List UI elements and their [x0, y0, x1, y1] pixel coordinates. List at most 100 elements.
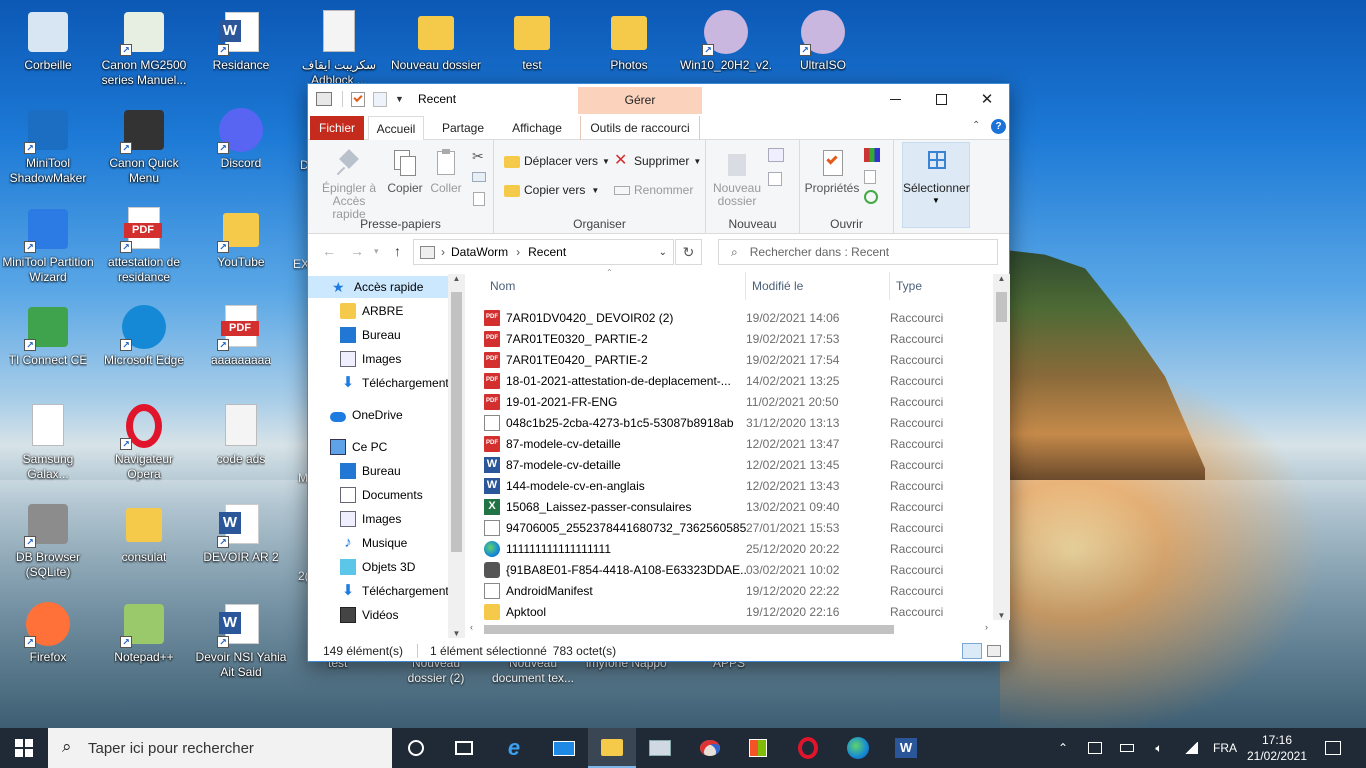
- desktop-icon[interactable]: Nouveau dossier: [390, 8, 482, 73]
- details-view-icon[interactable]: [962, 643, 982, 659]
- desktop-icon[interactable]: consulat: [98, 500, 190, 565]
- help-icon[interactable]: ?: [991, 119, 1006, 134]
- new-item-icon[interactable]: [768, 148, 784, 162]
- select-button[interactable]: Sélectionner ▼: [902, 142, 970, 228]
- desktop-icon[interactable]: ↗ TI Connect CE: [2, 303, 94, 368]
- file-row[interactable]: 144-modele-cv-en-anglais 12/02/2021 13:43…: [484, 475, 996, 496]
- nav-item[interactable]: Bureau: [308, 324, 448, 346]
- nav-item[interactable]: ⬇ Téléchargements: [308, 372, 455, 394]
- taskbar-edge-button[interactable]: [834, 728, 882, 768]
- file-row[interactable]: 94706005_2552378441680732_7362560585... 2…: [484, 517, 996, 538]
- show-hidden-icons-button[interactable]: ⌃: [1052, 728, 1074, 768]
- chevron-down-icon[interactable]: ⌄: [659, 247, 667, 258]
- maximize-button[interactable]: [918, 84, 964, 114]
- file-list-scrollbar[interactable]: ▲ ▼: [993, 274, 1010, 620]
- scroll-down-icon[interactable]: ▼: [993, 611, 1010, 620]
- close-button[interactable]: ✕: [964, 84, 1010, 114]
- move-to-button[interactable]: Déplacer vers ▼: [504, 150, 610, 172]
- desktop-icon[interactable]: ↗ Firefox: [2, 600, 94, 665]
- paste-button[interactable]: Coller: [428, 148, 464, 195]
- taskbar-word-button[interactable]: W: [882, 728, 930, 768]
- language-indicator[interactable]: FRA: [1208, 728, 1242, 768]
- clock[interactable]: 17:16 21/02/2021: [1244, 728, 1310, 768]
- taskbar-store-button[interactable]: [734, 728, 782, 768]
- file-row[interactable]: 18-01-2021-attestation-de-deplacement-..…: [484, 370, 996, 391]
- back-arrow-icon[interactable]: ←: [322, 243, 336, 259]
- edit-icon[interactable]: [864, 170, 876, 184]
- notifications-button[interactable]: [1318, 728, 1348, 768]
- scroll-left-icon[interactable]: ‹: [470, 622, 473, 632]
- desktop-icon[interactable]: ↗ MiniTool Partition Wizard: [2, 205, 94, 285]
- file-row[interactable]: 15068_Laissez-passer-consulaires 13/02/20…: [484, 496, 996, 517]
- taskbar-monitor-app-button[interactable]: [636, 728, 684, 768]
- column-header-modifie[interactable]: Modifié le: [746, 272, 890, 300]
- file-row[interactable]: 048c1b25-2cba-4273-b1c5-53087b8918ab 31/1…: [484, 412, 996, 433]
- file-row[interactable]: Apktool 19/12/2020 22:16 Raccourci: [484, 601, 996, 622]
- copy-path-icon[interactable]: [472, 172, 486, 182]
- scroll-down-icon[interactable]: ▼: [448, 629, 465, 638]
- nav-item[interactable]: Bureau: [308, 460, 448, 482]
- desktop-icon[interactable]: Samsung Galax...: [2, 402, 94, 482]
- address-box[interactable]: › DataWorm › Recent ⌄: [413, 239, 674, 265]
- desktop-icon[interactable]: test: [486, 8, 578, 73]
- up-arrow-icon[interactable]: ↑: [394, 243, 401, 259]
- tab-accueil[interactable]: Accueil: [368, 116, 424, 141]
- tab-partage[interactable]: Partage: [434, 116, 492, 140]
- nav-item[interactable]: OneDrive: [308, 404, 448, 426]
- cut-icon[interactable]: ✂: [472, 148, 484, 165]
- volume-icon[interactable]: 🔈︎: [1148, 728, 1170, 768]
- nav-item[interactable]: Ce PC: [308, 436, 448, 458]
- forward-arrow-icon[interactable]: →: [350, 243, 364, 259]
- column-header-type[interactable]: Type: [890, 272, 1000, 300]
- file-row[interactable]: 7AR01TE0420_ PARTIE-2 19/02/2021 17:54 Rac…: [484, 349, 996, 370]
- breadcrumb-dataworm[interactable]: DataWorm: [451, 245, 508, 259]
- minimize-button[interactable]: [872, 84, 918, 114]
- nav-item[interactable]: ⬇ Téléchargements: [308, 580, 455, 602]
- nav-item[interactable]: ARBRE: [308, 300, 448, 322]
- copy-button[interactable]: Copier: [386, 148, 424, 195]
- desktop-icon[interactable]: ↗ YouTube: [195, 205, 287, 270]
- taskbar-mail-button[interactable]: [540, 728, 588, 768]
- taskbar-file-explorer-button[interactable]: [588, 728, 636, 768]
- desktop-icon[interactable]: ↗ UltraISO: [777, 8, 869, 73]
- desktop-icon[interactable]: PDF ↗ aaaaaaaaa: [195, 303, 287, 368]
- pin-quick-access-button[interactable]: Épingler à Accès rapide: [316, 148, 382, 221]
- large-icons-view-icon[interactable]: [987, 645, 1001, 657]
- tray-app-icon[interactable]: [1084, 728, 1106, 768]
- file-scroll-thumb[interactable]: [996, 292, 1007, 322]
- nav-item[interactable]: Images: [308, 508, 448, 530]
- network-icon[interactable]: [1180, 728, 1202, 768]
- nav-item[interactable]: ♪ Musique: [308, 532, 448, 554]
- nav-item[interactable]: Images: [308, 348, 448, 370]
- nav-item[interactable]: Vidéos: [308, 604, 448, 626]
- history-icon[interactable]: [864, 190, 878, 204]
- refresh-button[interactable]: ↻: [675, 239, 702, 265]
- search-input[interactable]: ⌕ Rechercher dans : Recent: [718, 239, 998, 265]
- file-row[interactable]: 7AR01TE0320_ PARTIE-2 19/02/2021 17:53 Rac…: [484, 328, 996, 349]
- hscroll-thumb[interactable]: [484, 625, 894, 634]
- desktop-icon[interactable]: ↗ Canon Quick Menu: [98, 106, 190, 186]
- rename-button[interactable]: Renommer: [614, 179, 693, 201]
- properties-quick-icon[interactable]: [351, 91, 365, 107]
- desktop-icon[interactable]: ↗ Win10_20H2_v2...: [680, 8, 772, 73]
- taskbar-paint-button[interactable]: [686, 728, 734, 768]
- file-row[interactable]: 19-01-2021-FR-ENG 11/02/2021 20:50 Raccour…: [484, 391, 996, 412]
- nav-item[interactable]: Documents: [308, 484, 448, 506]
- file-row[interactable]: 87-modele-cv-detaille 12/02/2021 13:45 Rac…: [484, 454, 996, 475]
- file-row[interactable]: 7AR01DV0420_ DEVOIR02 (2) 19/02/2021 14:0…: [484, 307, 996, 328]
- tab-fichier[interactable]: Fichier: [310, 116, 364, 140]
- paste-shortcut-icon[interactable]: [473, 192, 485, 206]
- desktop-icon[interactable]: ↗ MiniTool ShadowMaker: [2, 106, 94, 186]
- properties-button[interactable]: Propriétés: [804, 148, 860, 195]
- collapse-ribbon-icon[interactable]: ⌃: [972, 120, 980, 131]
- desktop-icon[interactable]: سكريبت ايقاف Adblock ...: [293, 8, 385, 88]
- taskbar-search-box[interactable]: ⌕ Taper ici pour rechercher: [48, 728, 392, 768]
- desktop-icon[interactable]: ↗ Navigateur Opera: [98, 402, 190, 482]
- desktop-icon[interactable]: code ads: [195, 402, 287, 467]
- desktop-icon[interactable]: ↗ Notepad++: [98, 600, 190, 665]
- easy-access-icon[interactable]: [768, 172, 782, 186]
- desktop-icon[interactable]: ↗ Microsoft Edge: [98, 303, 190, 368]
- new-folder-button[interactable]: Nouveau dossier: [712, 148, 762, 208]
- desktop-icon[interactable]: ↗ DB Browser (SQLite): [2, 500, 94, 580]
- open-with-icon[interactable]: [864, 148, 880, 162]
